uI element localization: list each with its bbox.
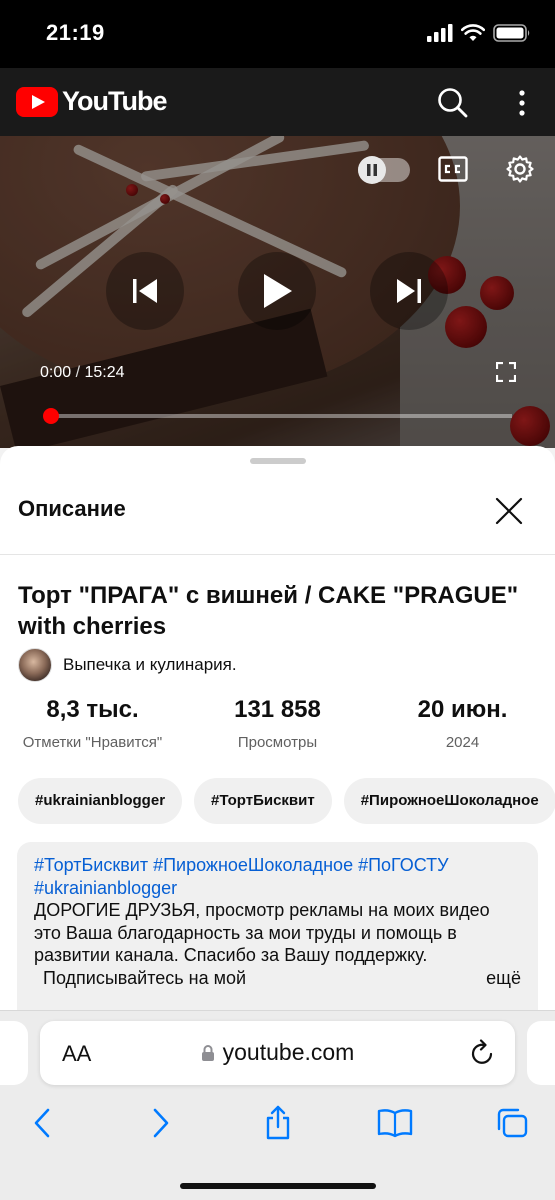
- description-body: ДОРОГИЕ ДРУЗЬЯ, просмотр рекламы на моих…: [34, 900, 490, 965]
- description-panel: Описание Торт "ПРАГА" с вишней / CAKE "P…: [0, 446, 555, 1010]
- description-partial-line: Подписывайтесь на мой: [43, 967, 247, 988]
- settings-gear-icon[interactable]: [505, 154, 535, 184]
- hashtag-chip[interactable]: #ПирожноеШоколадное: [343, 778, 555, 824]
- hashtag-chip[interactable]: #ukrainianblogger: [18, 778, 183, 824]
- description-text-box[interactable]: #ТортБисквит #ПирожноеШоколадное #ПоГОСТ…: [17, 842, 538, 1010]
- fullscreen-icon[interactable]: [496, 362, 516, 382]
- close-icon[interactable]: [492, 494, 526, 528]
- previous-tab-preview[interactable]: [0, 1021, 28, 1085]
- hashtag-chips: #ukrainianblogger #ТортБисквит #Пирожное…: [18, 778, 555, 824]
- description-hashtags[interactable]: #ukrainianblogger: [34, 877, 521, 900]
- tabs-button[interactable]: [492, 1103, 532, 1143]
- youtube-logo-text: YouTube: [62, 86, 167, 116]
- pause-icon: [367, 164, 377, 176]
- status-bar: 21:19: [0, 0, 555, 68]
- forward-button[interactable]: [141, 1103, 181, 1143]
- share-button[interactable]: [258, 1103, 298, 1143]
- channel-name[interactable]: Выпечка и кулинария.: [63, 655, 237, 675]
- play-button[interactable]: [238, 252, 316, 330]
- youtube-play-logo-icon: [16, 86, 58, 117]
- browser-toolbar: [0, 1099, 555, 1149]
- likes-label: Отметки "Нравится": [22, 734, 163, 751]
- publish-year: 2024: [445, 734, 480, 751]
- tabs-icon: [497, 1108, 528, 1138]
- url-text: youtube.com: [222, 1039, 355, 1065]
- url-display[interactable]: youtube.com: [40, 1039, 515, 1066]
- chevron-left-icon: [34, 1108, 50, 1138]
- date-stat: 20 июн. 2024: [370, 696, 555, 751]
- home-indicator: [180, 1183, 376, 1189]
- next-tab-preview[interactable]: [527, 1021, 555, 1085]
- video-stats: 8,3 тыс. Отметки "Нравится" 131 858 Прос…: [0, 696, 555, 756]
- battery-icon: [493, 24, 530, 42]
- show-more-link[interactable]: ещё: [486, 967, 521, 990]
- share-icon: [266, 1105, 290, 1140]
- video-player[interactable]: 0:00 / 15:24: [0, 136, 555, 448]
- views-stat: 131 858 Просмотры: [185, 696, 370, 751]
- search-icon[interactable]: [436, 86, 470, 120]
- publish-date: 20 июн.: [417, 696, 508, 723]
- channel-avatar[interactable]: [18, 648, 52, 682]
- back-button[interactable]: [22, 1103, 62, 1143]
- closed-captions-icon[interactable]: [438, 156, 468, 182]
- channel-link[interactable]: Выпечка и кулинария.: [18, 648, 237, 682]
- time-separator: /: [75, 364, 81, 381]
- status-icons: [427, 24, 531, 42]
- likes-stat: 8,3 тыс. Отметки "Нравится": [0, 696, 185, 751]
- current-time: 0:00: [40, 364, 72, 381]
- hashtag-chip[interactable]: #ТортБисквит: [194, 778, 332, 824]
- browser-bottom-bar: AA youtube.com: [0, 1010, 555, 1200]
- description-heading: Описание: [18, 496, 126, 521]
- divider: [0, 554, 555, 555]
- previous-video-button[interactable]: [106, 252, 184, 330]
- next-video-button[interactable]: [370, 252, 448, 330]
- reload-icon[interactable]: [470, 1039, 496, 1067]
- drag-handle[interactable]: [250, 458, 306, 464]
- progress-bar[interactable]: [44, 414, 512, 418]
- status-time: 21:19: [46, 20, 105, 45]
- views-label: Просмотры: [237, 734, 318, 751]
- chevron-right-icon: [153, 1108, 169, 1138]
- play-icon: [264, 274, 292, 308]
- views-count: 131 858: [234, 696, 321, 723]
- youtube-header: YouTube: [0, 68, 555, 136]
- skip-next-icon: [397, 279, 421, 303]
- youtube-logo[interactable]: YouTube: [16, 86, 167, 117]
- video-duration: 15:24: [84, 364, 125, 381]
- video-title: Торт "ПРАГА" с вишней / CAKE "PRAGUE" wi…: [18, 582, 519, 640]
- skip-previous-icon: [133, 279, 157, 303]
- signal-icon: [427, 24, 453, 42]
- likes-count: 8,3 тыс.: [46, 696, 139, 723]
- wifi-icon: [461, 24, 485, 41]
- more-options-icon[interactable]: [510, 86, 534, 120]
- autoplay-toggle[interactable]: [358, 156, 410, 184]
- description-hashtags[interactable]: #ТортБисквит #ПирожноеШоколадное #ПоГОСТ…: [34, 854, 521, 877]
- time-display: 0:00 / 15:24: [40, 364, 125, 382]
- lock-icon: [201, 1045, 214, 1061]
- progress-scrubber[interactable]: [43, 408, 59, 424]
- address-bar[interactable]: AA youtube.com: [40, 1021, 515, 1085]
- book-icon: [377, 1109, 413, 1138]
- bookmarks-button[interactable]: [375, 1103, 415, 1143]
